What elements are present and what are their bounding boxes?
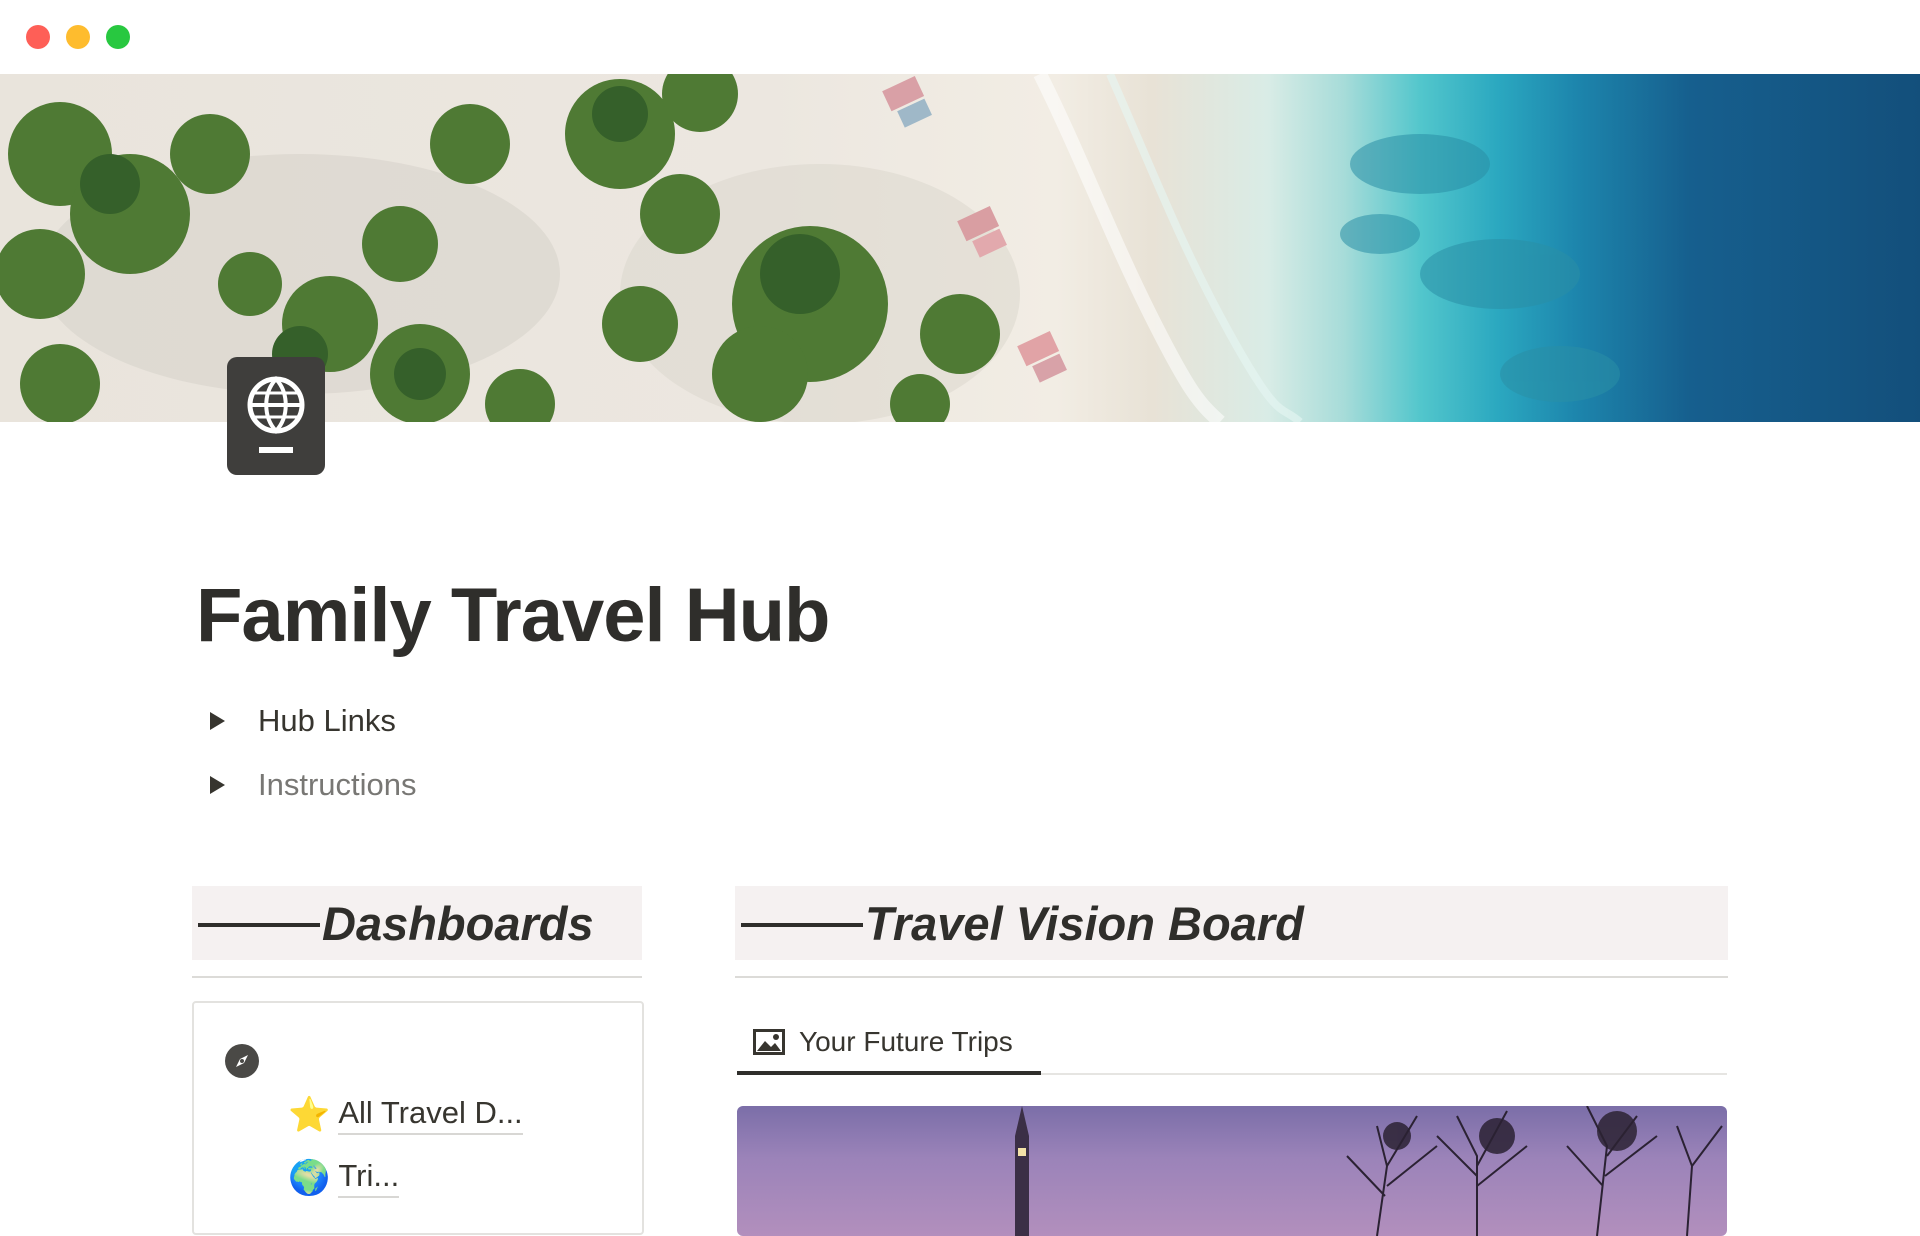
link-trips[interactable]: 🌍 Tri...: [288, 1158, 400, 1198]
link-label[interactable]: All Travel D...: [338, 1095, 523, 1135]
heading-dash-decoration: [741, 923, 863, 927]
vision-board-title: Travel Vision Board: [865, 896, 1304, 950]
image-icon: [753, 1029, 785, 1055]
window-titlebar: [0, 0, 1920, 74]
vision-board-heading: Travel Vision Board: [735, 886, 1728, 960]
close-window-button[interactable]: [26, 25, 50, 49]
globe-icon: 🌍: [288, 1159, 331, 1197]
toggle-arrow-icon[interactable]: [210, 712, 225, 730]
toggle-label: Hub Links: [258, 703, 396, 738]
big-ben-cover-art: [1015, 1106, 1723, 1236]
page-title: Family Travel Hub: [196, 573, 830, 658]
dashboards-title: Dashboards: [322, 896, 594, 950]
divider: [735, 976, 1728, 978]
minimize-window-button[interactable]: [66, 25, 90, 49]
star-icon: ⭐: [288, 1096, 331, 1134]
divider: [192, 976, 642, 978]
active-tab-indicator: [737, 1071, 1041, 1075]
gallery-view-tabs: Your Future Trips: [737, 1010, 1727, 1075]
link-label[interactable]: Tri...: [338, 1158, 400, 1198]
toggle-arrow-icon[interactable]: [210, 776, 225, 794]
compass-icon: [225, 1044, 259, 1078]
tab-label: Your Future Trips: [799, 1026, 1013, 1057]
gallery-card-cover[interactable]: [737, 1106, 1727, 1236]
heading-dash-decoration: [198, 923, 320, 927]
toggle-hub-links[interactable]: Hub Links: [206, 701, 396, 741]
zoom-window-button[interactable]: [106, 25, 130, 49]
link-all-travel-dashboards[interactable]: ⭐ All Travel D...: [288, 1095, 523, 1135]
passport-icon[interactable]: [227, 357, 325, 475]
toggle-instructions[interactable]: Instructions: [206, 765, 417, 805]
toggle-label: Instructions: [258, 767, 417, 802]
tab-your-future-trips[interactable]: Your Future Trips: [737, 1010, 1041, 1074]
dashboards-heading: Dashboards: [192, 886, 642, 960]
